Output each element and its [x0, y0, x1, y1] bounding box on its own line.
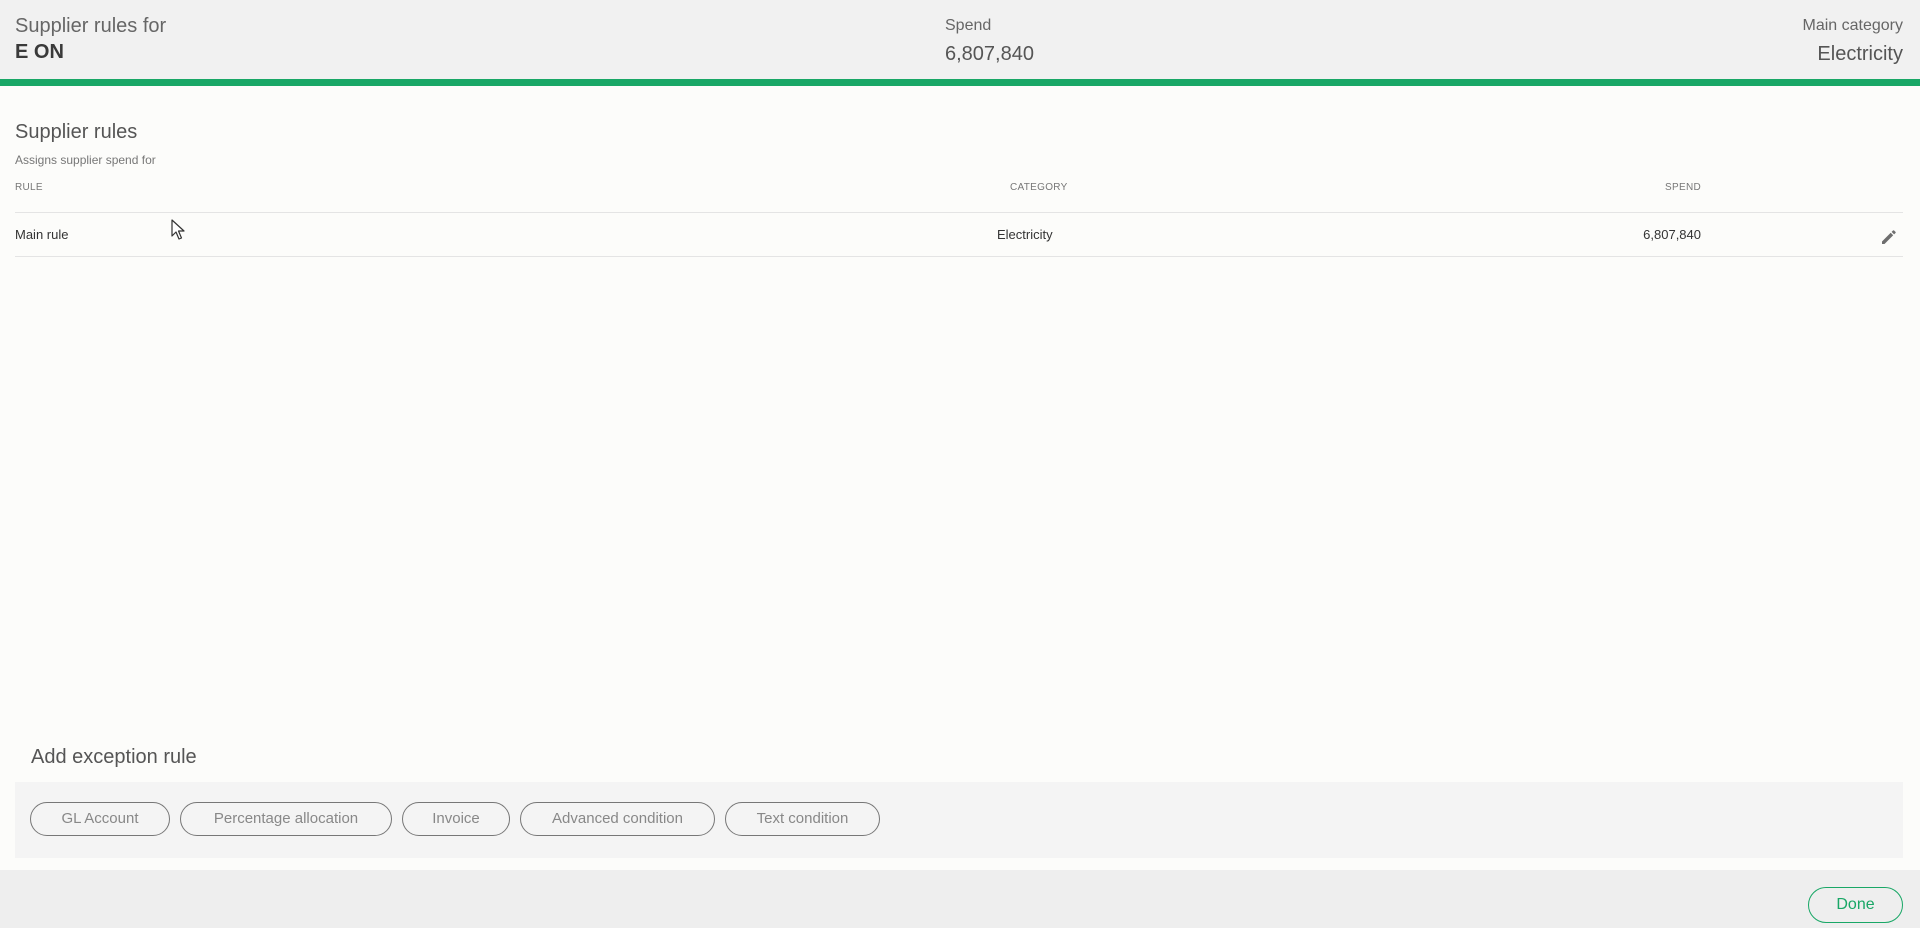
- supplier-header: Supplier rules for E ON Spend 6,807,840 …: [0, 0, 1920, 86]
- spend-value: 6,807,840: [945, 43, 1034, 65]
- edit-rule-button[interactable]: [1879, 227, 1899, 247]
- pencil-icon: [1882, 230, 1896, 244]
- supplier-name: E ON: [15, 41, 64, 63]
- section-title: Supplier rules: [15, 121, 138, 143]
- column-header-rule: RULE: [15, 182, 43, 193]
- percentage-allocation-button[interactable]: Percentage allocation: [180, 802, 392, 836]
- rules-table: RULE CATEGORY SPEND Main rule Electricit…: [15, 178, 1903, 257]
- exception-rule-title: Add exception rule: [31, 746, 197, 768]
- rule-name-cell: Main rule: [15, 227, 69, 242]
- mouse-cursor-icon: [171, 219, 185, 240]
- spend-label: Spend: [945, 17, 992, 34]
- invoice-button[interactable]: Invoice: [402, 802, 510, 836]
- done-button[interactable]: Done: [1808, 887, 1903, 923]
- advanced-condition-button[interactable]: Advanced condition: [520, 802, 715, 836]
- table-header: RULE CATEGORY SPEND: [15, 178, 1903, 213]
- supplier-title-block: Supplier rules for E ON: [15, 14, 166, 66]
- column-header-spend: SPEND: [1665, 182, 1701, 193]
- section-subtitle: Assigns supplier spend for: [15, 153, 156, 167]
- column-header-category: CATEGORY: [1010, 182, 1068, 193]
- text-condition-button[interactable]: Text condition: [725, 802, 880, 836]
- main-category-label: Main category: [1802, 17, 1904, 34]
- rule-spend-cell: 6,807,840: [1643, 227, 1701, 242]
- spend-summary: Spend 6,807,840: [945, 14, 1034, 68]
- rule-category-cell: Electricity: [997, 227, 1053, 242]
- header-accent-bar: [0, 79, 1920, 86]
- main-category-summary: Main category Electricity: [1803, 14, 1904, 68]
- supplier-rules-page: Supplier rules for E ON Spend 6,807,840 …: [0, 0, 1920, 928]
- table-row[interactable]: Main rule Electricity 6,807,840: [15, 213, 1903, 257]
- exception-rule-panel: GL Account Percentage allocation Invoice…: [15, 782, 1903, 858]
- supplier-title-label: Supplier rules for: [15, 15, 167, 37]
- dialog-footer: Done: [0, 870, 1920, 928]
- main-category-value: Electricity: [1817, 43, 1903, 65]
- gl-account-button[interactable]: GL Account: [30, 802, 170, 836]
